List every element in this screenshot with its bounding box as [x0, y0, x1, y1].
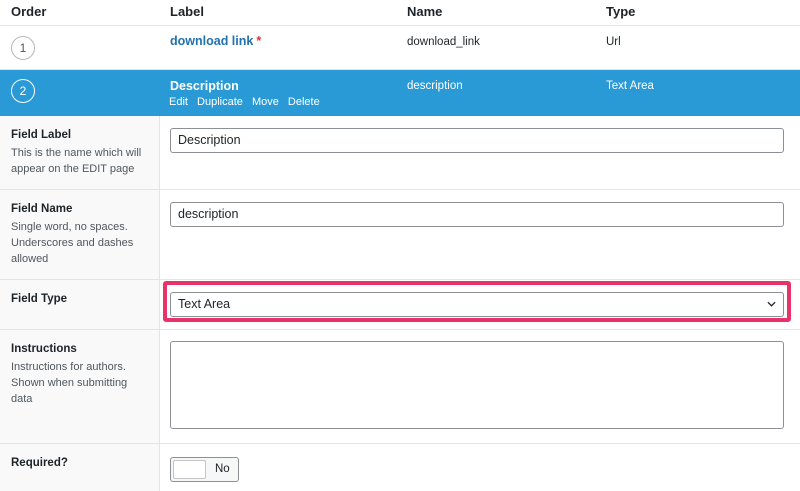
- move-action-link[interactable]: Move: [252, 96, 279, 108]
- column-header-name: Name: [407, 4, 443, 19]
- duplicate-action-link[interactable]: Duplicate: [197, 96, 243, 108]
- fields-table-header: Order Label Name Type: [0, 0, 800, 26]
- field-row-download-link[interactable]: 1 download link * download_link Url: [0, 26, 800, 70]
- required-asterisk: *: [256, 34, 262, 48]
- instructions-textarea[interactable]: [170, 341, 784, 429]
- setting-title: Required?: [11, 457, 68, 469]
- field-label-text[interactable]: download link: [170, 34, 253, 48]
- field-name-input[interactable]: description: [170, 202, 784, 227]
- field-name-value: download_link: [407, 36, 480, 48]
- field-label-text[interactable]: Description: [170, 79, 239, 93]
- setting-title: Field Name: [11, 203, 73, 215]
- setting-row-instructions: Instructions Instructions for authors. S…: [0, 330, 800, 444]
- field-label-input[interactable]: Description: [170, 128, 784, 153]
- column-header-order: Order: [11, 4, 47, 19]
- setting-row-required: Required? No: [0, 444, 800, 491]
- setting-description: Single word, no spaces. Underscores and …: [11, 221, 134, 265]
- setting-label-cell: Field Name Single word, no spaces. Under…: [0, 190, 160, 279]
- edit-action-link[interactable]: Edit: [169, 96, 188, 108]
- setting-label-cell: Field Label This is the name which will …: [0, 116, 160, 189]
- row-actions: Edit Duplicate Move Delete: [169, 96, 326, 108]
- toggle-label: No: [215, 463, 230, 475]
- order-badge[interactable]: 1: [11, 36, 35, 60]
- setting-title: Instructions: [11, 343, 77, 355]
- field-type-value: Text Area: [606, 80, 654, 92]
- column-header-label: Label: [170, 4, 204, 19]
- setting-label-cell: Required?: [0, 444, 160, 491]
- required-toggle[interactable]: No: [170, 457, 239, 482]
- setting-row-field-name: Field Name Single word, no spaces. Under…: [0, 190, 800, 280]
- setting-row-field-label: Field Label This is the name which will …: [0, 116, 800, 190]
- delete-action-link[interactable]: Delete: [288, 96, 320, 108]
- setting-label-cell: Instructions Instructions for authors. S…: [0, 330, 160, 443]
- setting-title: Field Type: [11, 293, 68, 305]
- highlight-box: [163, 281, 791, 322]
- toggle-knob[interactable]: [173, 460, 206, 479]
- setting-label-cell: Field Type: [0, 280, 160, 329]
- setting-description: This is the name which will appear on th…: [11, 147, 142, 175]
- field-label-link[interactable]: download link *: [170, 34, 261, 48]
- field-type-value: Url: [606, 36, 621, 48]
- setting-title: Field Label: [11, 129, 72, 141]
- field-name-value: description: [407, 80, 463, 92]
- field-row-description[interactable]: 2 Description Edit Duplicate Move Delete…: [0, 70, 800, 116]
- setting-description: Instructions for authors. Shown when sub…: [11, 361, 128, 405]
- column-header-type: Type: [606, 4, 636, 19]
- order-badge[interactable]: 2: [11, 79, 35, 103]
